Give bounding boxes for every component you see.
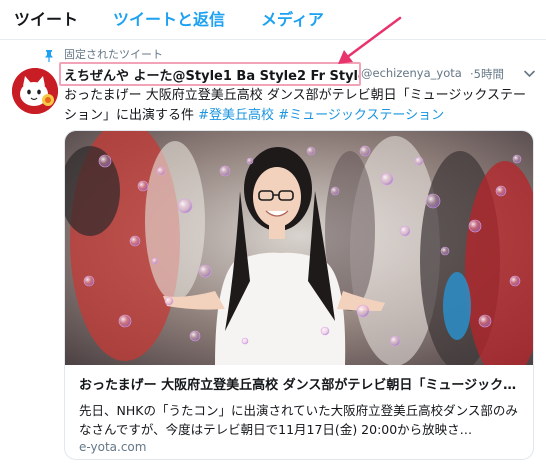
tweet-text-line-2: ション」に出演する件 #登美丘高校 #ミュージックステーション [64, 106, 534, 126]
tweet-text: おったまげー 大阪府立登美丘高校 ダンス部がテレビ朝日「ミュージックステー ショ… [64, 86, 534, 126]
tweet-text-line-1: おったまげー 大阪府立登美丘高校 ダンス部がテレビ朝日「ミュージックステー [64, 88, 526, 103]
pinned-tweet-label: 固定されたツイート [64, 48, 163, 61]
avatar[interactable] [12, 68, 58, 114]
card-title[interactable]: おったまげー 大阪府立登美丘高校 ダンス部がテレビ朝日「ミュージック… [79, 377, 525, 395]
card-image[interactable] [65, 131, 533, 365]
card-description: 先日、NHKの「うたコン」に出演されていた大阪府立登美丘高校ダンス部のみなさんで… [79, 403, 518, 437]
card-domain: e-yota.com [79, 440, 147, 454]
link-card[interactable]: おったまげー 大阪府立登美丘高校 ダンス部がテレビ朝日「ミュージック… 先日、N… [64, 130, 534, 460]
profile-tabs: ツイート ツイートと返信 メディア [0, 0, 546, 40]
chevron-down-icon[interactable] [524, 70, 535, 78]
pin-icon [45, 50, 53, 62]
card-photo-image [65, 131, 533, 365]
hashtag-link[interactable]: #ミュージックステーション [278, 108, 444, 123]
annotation-arrow-icon [338, 16, 402, 64]
tab-media[interactable]: メディア [261, 9, 324, 31]
tweet-text-plain: ション」に出演する件 [64, 108, 199, 123]
tab-tweets-and-replies[interactable]: ツイートと返信 [113, 9, 225, 31]
display-name[interactable]: えちぜんや よーた@Style1 Ba Style2 Fr Style3 … [64, 65, 359, 84]
hashtag-link[interactable]: #登美丘高校 [198, 108, 274, 123]
tweet-timestamp[interactable]: ·5時間 [470, 66, 504, 82]
avatar-cat-icon [12, 68, 58, 114]
tab-tweets[interactable]: ツイート [14, 9, 78, 31]
tweet-header: えちぜんや よーた@Style1 Ba Style2 Fr Style3 … @… [59, 62, 544, 86]
